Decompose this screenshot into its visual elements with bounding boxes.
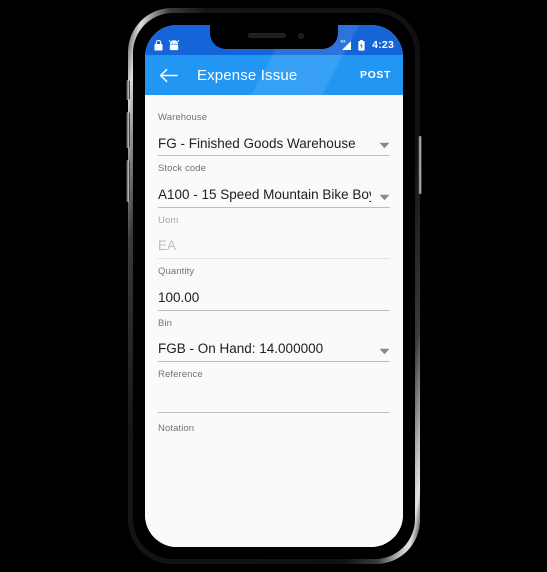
app-bar: Expense Issue POST [145, 55, 403, 95]
phone-device-frame: 4:23 Expense Issue POST Warehouse FG - F… [126, 8, 422, 564]
field-reference[interactable]: Reference [158, 362, 390, 414]
back-arrow-icon[interactable] [157, 64, 179, 86]
power-button[interactable] [418, 136, 422, 194]
field-value: FGB - On Hand: 14.000000 [158, 341, 324, 357]
page-title: Expense Issue [197, 66, 298, 84]
android-robot-icon [169, 40, 179, 51]
battery-icon [358, 40, 365, 51]
status-bar-clock: 4:23 [372, 39, 394, 52]
volume-up-button[interactable] [126, 112, 130, 148]
field-value: A100 - 15 Speed Mountain Bike Boys [158, 186, 371, 202]
volume-down-button[interactable] [126, 160, 130, 202]
status-bar-left-icons [154, 40, 179, 51]
field-label: Stock code [158, 163, 206, 175]
field-underline [158, 467, 390, 468]
phone-screen: 4:23 Expense Issue POST Warehouse FG - F… [145, 25, 403, 547]
field-label: Reference [158, 368, 203, 380]
chevron-down-icon[interactable] [379, 194, 390, 201]
earpiece-speaker [248, 33, 286, 38]
silent-switch[interactable] [126, 80, 130, 100]
field-value[interactable]: 100.00 [158, 290, 199, 307]
field-quantity[interactable]: Quantity 100.00 [158, 259, 390, 311]
field-label: Uom [158, 214, 179, 226]
expense-issue-form: Warehouse FG - Finished Goods Warehouse … [145, 95, 403, 547]
field-label: Quantity [158, 266, 195, 278]
field-warehouse[interactable]: Warehouse FG - Finished Goods Warehouse [158, 105, 390, 157]
field-label: Warehouse [158, 112, 208, 123]
field-stock-code[interactable]: Stock code A100 - 15 Speed Mountain Bike… [158, 156, 390, 208]
chevron-down-icon[interactable] [379, 142, 390, 149]
chevron-down-icon[interactable] [379, 348, 390, 355]
lock-icon [154, 40, 163, 51]
status-bar-right-icons: 4:23 [340, 40, 394, 51]
field-value: FG - Finished Goods Warehouse [158, 135, 356, 151]
phone-notch [210, 25, 338, 49]
field-label: Notation [158, 423, 195, 435]
field-bin[interactable]: Bin FGB - On Hand: 14.000000 [158, 311, 390, 362]
signal-icon [340, 40, 352, 50]
field-uom: Uom EA [158, 208, 390, 260]
field-value: EA [158, 238, 177, 254]
post-button[interactable]: POST [360, 69, 391, 81]
front-camera-icon [298, 33, 304, 39]
field-notation[interactable]: Notation [158, 413, 390, 467]
field-label: Bin [158, 317, 173, 329]
phone-bezel: 4:23 Expense Issue POST Warehouse FG - F… [133, 13, 415, 559]
